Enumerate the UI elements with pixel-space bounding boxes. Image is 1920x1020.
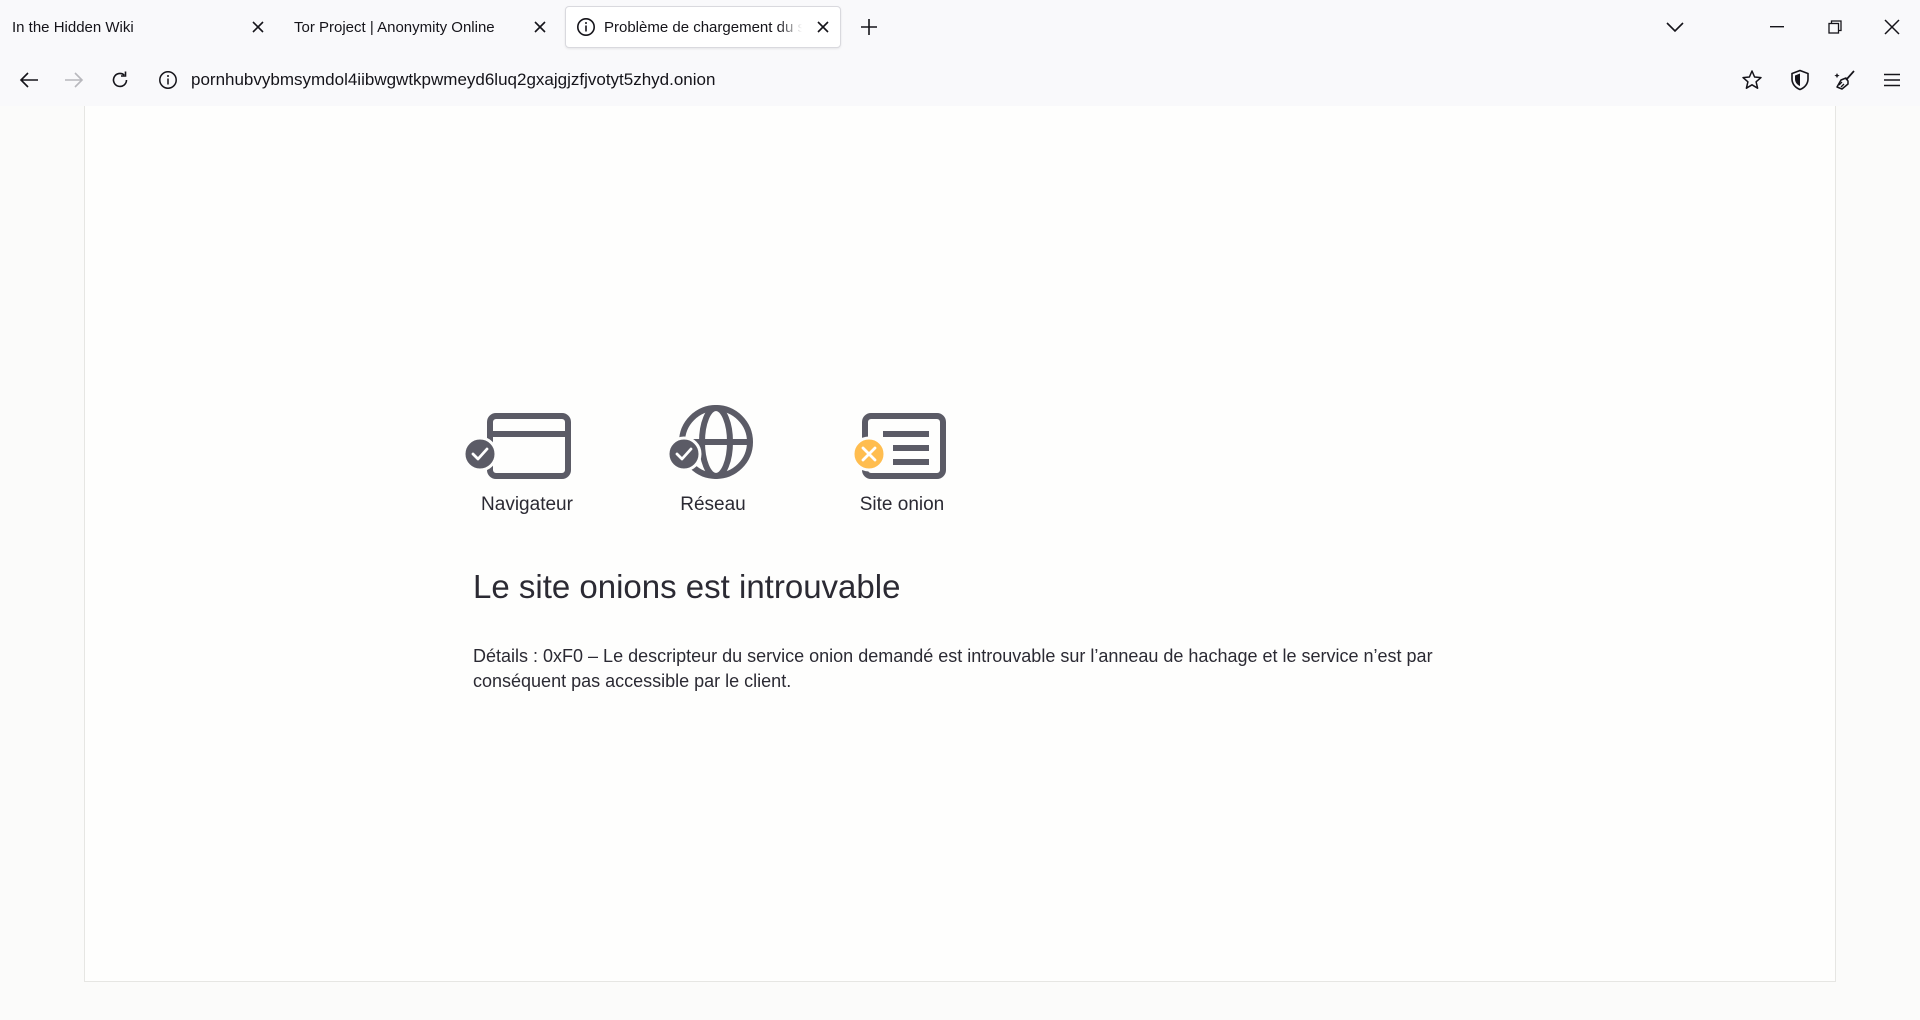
bookmark-star-icon[interactable]	[1738, 66, 1766, 94]
new-tab-button[interactable]	[856, 14, 882, 40]
error-page: Navigateur Réseau Site onion Le site oni…	[84, 106, 1836, 982]
browser-icon	[462, 413, 571, 479]
tab-title: In the Hidden Wiki	[12, 18, 134, 36]
hamburger-menu-icon[interactable]	[1878, 66, 1906, 94]
navigation-toolbar: pornhubvybmsymdol4iibwgwtkpwmeyd6luq2gxa…	[0, 54, 1920, 106]
error-heading: Le site onions est introuvable	[473, 568, 901, 605]
reload-icon[interactable]	[106, 66, 134, 94]
tab-hidden-wiki[interactable]: In the Hidden Wiki	[0, 6, 276, 48]
close-tab-icon[interactable]	[528, 15, 552, 39]
close-tab-icon[interactable]	[246, 15, 270, 39]
site-info-icon[interactable]	[155, 67, 181, 93]
shield-icon[interactable]	[1786, 66, 1814, 94]
status-step-label: Navigateur	[481, 494, 573, 515]
onion-site-icon	[851, 413, 946, 479]
forward-icon[interactable]	[60, 66, 88, 94]
tab-title: Tor Project | Anonymity Online	[294, 18, 495, 36]
tab-bar: In the Hidden Wiki Tor Project | Anonymi…	[0, 0, 1920, 54]
close-tab-icon[interactable]	[811, 15, 835, 39]
list-all-tabs-icon[interactable]	[1660, 14, 1690, 40]
tab-load-error[interactable]: Problème de chargement du site	[565, 6, 841, 48]
error-details: Détails : 0xF0 – Le descripteur du servi…	[473, 646, 1433, 691]
globe-icon	[666, 405, 753, 479]
browser-chrome: In the Hidden Wiki Tor Project | Anonymi…	[0, 0, 1920, 106]
back-icon[interactable]	[15, 66, 43, 94]
minimize-icon[interactable]	[1762, 14, 1792, 40]
new-identity-broom-icon[interactable]	[1832, 66, 1860, 94]
status-step-label: Réseau	[680, 494, 746, 515]
restore-icon[interactable]	[1820, 14, 1850, 40]
info-icon	[576, 17, 596, 37]
close-window-icon[interactable]	[1877, 14, 1907, 40]
url-bar[interactable]: pornhubvybmsymdol4iibwgwtkpwmeyd6luq2gxa…	[191, 70, 715, 90]
tab-tor-project[interactable]: Tor Project | Anonymity Online	[282, 6, 558, 48]
status-step-label: Site onion	[859, 494, 945, 515]
tab-title: Problème de chargement du site	[604, 18, 802, 36]
